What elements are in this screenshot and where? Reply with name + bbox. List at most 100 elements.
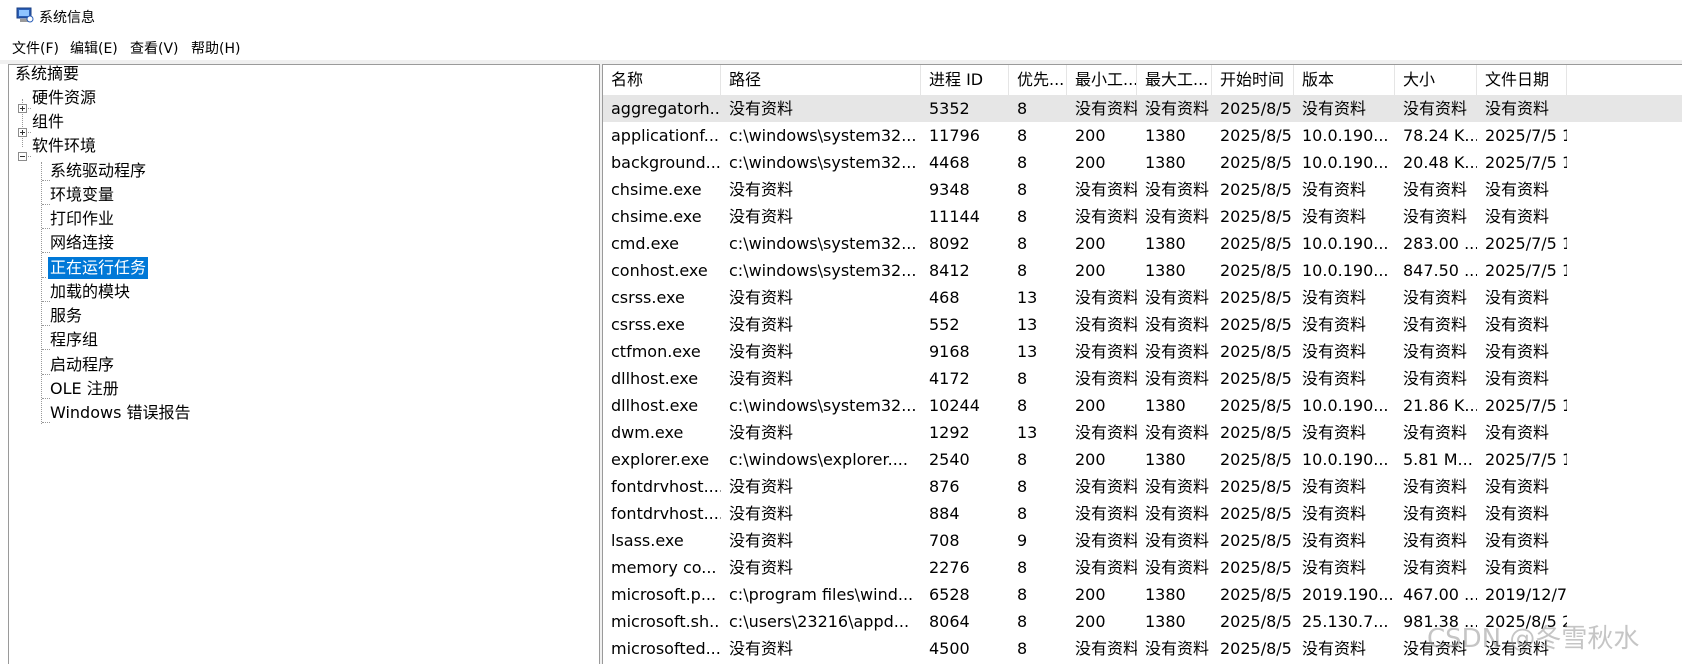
cell-version: 10.0.190... [1302,396,1389,415]
tree-item-ole-registration[interactable]: OLE 注册 [48,378,121,400]
table-row[interactable]: csrss.exe没有资料46813没有资料没有资料2025/8/5 2...没… [603,284,1682,311]
cell-path: c:\users\23216\appd... [729,612,910,631]
expand-plus-icon[interactable] [18,128,27,137]
cell-start-time: 2025/8/5 2... [1220,558,1294,577]
table-row[interactable]: ctfmon.exe没有资料916813没有资料没有资料2025/8/5 2..… [603,338,1682,365]
column-header-version[interactable]: 版本 [1294,65,1395,95]
table-row[interactable]: microsoft.p... c:\program files\wind... 65… [603,581,1682,608]
column-header-name[interactable]: 名称 [603,65,721,95]
expand-plus-icon[interactable] [18,104,27,113]
tree-item-system-summary[interactable]: 系统摘要 [13,65,81,85]
menu-view[interactable]: 查看(V) [130,38,179,58]
cell-min-working-set: 没有资料 [1075,423,1137,442]
table-row[interactable]: fontdrvhost.... 没有资料 876 8 没有资料 没有资料 2025/8/5 … [603,473,1682,500]
cell-max-working-set: 没有资料 [1145,315,1210,334]
tree-item-software-environment[interactable]: 软件环境 [30,135,98,157]
menu-file[interactable]: 文件(F) [12,38,59,58]
tree-item-components[interactable]: 组件 [30,111,66,133]
cell-min-working-set: 没有资料 [1075,369,1137,388]
cell-max-working-set: 没有资料 [1145,207,1210,226]
cell-name: chsime.exe [611,207,702,226]
column-header-min-working-set[interactable]: 最小工... [1067,65,1137,95]
table-row[interactable]: applicationf... c:\windows\system32... 117… [603,122,1682,149]
cell-name: aggregatorh... [611,99,721,118]
table-row[interactable]: chsime.exe没有资料93488没有资料没有资料2025/8/5 2...… [603,176,1682,203]
cell-version: 10.0.190... [1302,153,1389,172]
cell-path: 没有资料 [729,369,794,388]
cell-process-id: 5352 [929,99,970,118]
table-row[interactable]: lsass.exe没有资料7089没有资料没有资料2025/8/5 2...没有… [603,527,1682,554]
column-header-size[interactable]: 大小 [1395,65,1477,95]
tree-item-loaded-modules[interactable]: 加载的模块 [48,281,132,303]
cell-process-id: 552 [929,315,960,334]
category-tree[interactable]: 系统摘要 硬件资源 组件 软件环境 系统驱动程序 环境变量 打印作业 网络连接 … [8,64,600,664]
table-row[interactable]: csrss.exe没有资料55213没有资料没有资料2025/8/5 2...没… [603,311,1682,338]
cell-start-time: 2025/8/5 2... [1220,207,1294,226]
tree-item-windows-error-reporting[interactable]: Windows 错误报告 [48,402,193,424]
tree-item-print-jobs[interactable]: 打印作业 [48,208,116,230]
cell-max-working-set: 1380 [1145,450,1186,469]
column-header-path[interactable]: 路径 [721,65,921,95]
table-row[interactable]: dwm.exe没有资料129213没有资料没有资料2025/8/5 2...没有… [603,419,1682,446]
table-row[interactable]: background... c:\windows\system32... 4468 8… [603,149,1682,176]
tree-item-system-drivers[interactable]: 系统驱动程序 [48,160,148,182]
cell-path: c:\windows\explorer.... [729,450,908,469]
cell-path: c:\windows\system32... [729,261,917,280]
cell-max-working-set: 没有资料 [1145,342,1210,361]
cell-file-date: 2025/7/5 1... [1485,450,1567,469]
cell-start-time: 2025/8/5 2... [1220,450,1294,469]
cell-process-id: 9348 [929,180,970,199]
process-list[interactable]: 名称 路径 进程 ID 优先... 最小工... 最大工... 开始时间 版本 大小 文件日期 a… [602,64,1682,664]
table-row[interactable]: memory co...没有资料22768没有资料没有资料2025/8/5 2.… [603,554,1682,581]
cell-process-id: 10244 [929,396,980,415]
table-row[interactable]: conhost.exe c:\windows\system32... 8412 8 20… [603,257,1682,284]
table-row[interactable]: cmd.exe c:\windows\system32... 8092 8 200 138… [603,230,1682,257]
tree-item-hardware-resources[interactable]: 硬件资源 [30,87,98,109]
tree-item-program-groups[interactable]: 程序组 [48,329,100,351]
table-row[interactable]: dllhost.exe c:\windows\system32... 10244 8 2… [603,392,1682,419]
cell-version: 没有资料 [1302,504,1367,523]
column-header-process-id[interactable]: 进程 ID [921,65,1009,95]
tree-item-running-tasks[interactable]: 正在运行任务 [46,256,150,280]
column-header-file-date[interactable]: 文件日期 [1477,65,1567,95]
column-header-max-working-set[interactable]: 最大工... [1137,65,1212,95]
column-header-priority[interactable]: 优先... [1009,65,1067,95]
cell-version: 没有资料 [1302,342,1367,361]
collapse-minus-icon[interactable] [18,152,27,161]
menu-help[interactable]: 帮助(H) [191,38,240,58]
cell-process-id: 8092 [929,234,970,253]
cell-file-date: 没有资料 [1485,315,1550,334]
cell-size: 没有资料 [1403,180,1468,199]
cell-size: 847.50 ... [1403,261,1477,280]
menu-edit[interactable]: 编辑(E) [70,38,118,58]
cell-name: explorer.exe [611,450,710,469]
cell-max-working-set: 没有资料 [1145,558,1210,577]
cell-min-working-set: 没有资料 [1075,531,1137,550]
cell-name: fontdrvhost.... [611,504,721,523]
cell-version: 没有资料 [1302,288,1367,307]
tree-item-environment-variables[interactable]: 环境变量 [48,184,116,206]
table-row[interactable]: fontdrvhost.... 没有资料 884 8 没有资料 没有资料 2025/8/5 … [603,500,1682,527]
table-row[interactable]: aggregatorh... 没有资料 5352 8 没有资料 没有资料 2025/8/5 … [603,95,1682,122]
column-header-start-time[interactable]: 开始时间 [1212,65,1294,95]
cell-min-working-set: 200 [1075,126,1106,145]
table-row[interactable]: chsime.exe没有资料111448没有资料没有资料2025/8/5 2..… [603,203,1682,230]
cell-priority: 13 [1017,288,1038,307]
cell-start-time: 2025/8/5 2... [1220,180,1294,199]
cell-path: 没有资料 [729,180,794,199]
tree-item-services[interactable]: 服务 [48,305,84,327]
cell-file-date: 没有资料 [1485,99,1550,118]
cell-start-time: 2025/8/5 2... [1220,531,1294,550]
cell-path: c:\windows\system32... [729,234,917,253]
cell-file-date: 2025/7/5 1... [1485,261,1567,280]
cell-priority: 9 [1017,531,1028,550]
cell-file-date: 没有资料 [1485,369,1550,388]
cell-file-date: 没有资料 [1485,558,1550,577]
tree-item-startup-programs[interactable]: 启动程序 [48,354,116,376]
table-row[interactable]: explorer.exe c:\windows\explorer.... 2540 8… [603,446,1682,473]
tree-item-network-connections[interactable]: 网络连接 [48,232,116,254]
cell-max-working-set: 没有资料 [1145,477,1210,496]
cell-size: 没有资料 [1403,504,1468,523]
table-row[interactable]: dllhost.exe没有资料41728没有资料没有资料2025/8/5 2..… [603,365,1682,392]
cell-name: dwm.exe [611,423,684,442]
